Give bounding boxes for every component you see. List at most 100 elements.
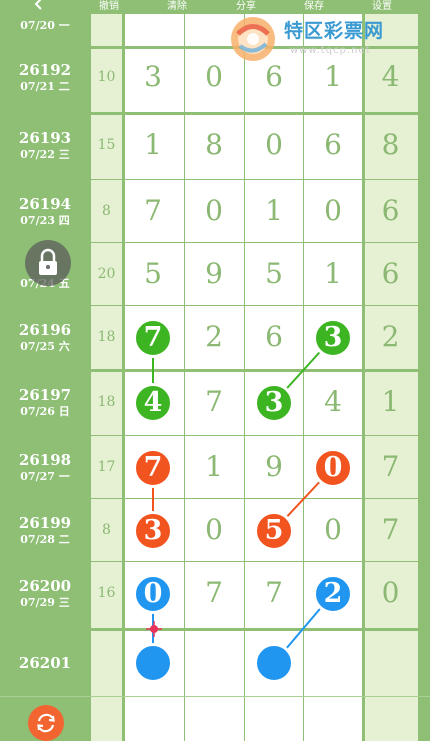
issue-number: 26198: [18, 451, 72, 469]
digit-cell[interactable]: 0: [244, 128, 304, 161]
extra-digit-cell: 7: [381, 512, 400, 546]
save-button[interactable]: 保存: [304, 1, 324, 13]
chevron-left-icon[interactable]: [32, 0, 46, 12]
issue-date: 07/29 三: [20, 596, 70, 609]
marked-ball-green[interactable]: 3: [254, 382, 294, 423]
issue-date: 07/20 一: [20, 18, 70, 32]
digit-cell[interactable]: 0: [303, 194, 363, 227]
crosshair-cursor-icon: [146, 621, 162, 637]
sum-value: 8: [102, 202, 111, 219]
extra-digit-cell: 0: [381, 575, 400, 609]
issue-date: 07/25 六: [20, 340, 70, 353]
logo-url: www.tqcp.net: [290, 45, 371, 56]
issue-number: 26201: [18, 654, 72, 672]
marked-ball-blue[interactable]: [254, 643, 294, 683]
digit-cell[interactable]: 6: [244, 60, 304, 93]
digit-cell[interactable]: 3: [123, 60, 183, 93]
digit-cell[interactable]: 6: [244, 320, 304, 353]
digit-cell[interactable]: 0: [184, 60, 244, 93]
trend-links: [152, 336, 334, 664]
issue-label: 26196 07/25 六: [0, 321, 90, 354]
refresh-button[interactable]: [28, 705, 64, 741]
digit-cell[interactable]: 0: [303, 513, 363, 546]
issue-label: 26194 07/23 四: [0, 195, 90, 228]
digit-cell[interactable]: 1: [303, 257, 363, 290]
digit-cell[interactable]: 6: [303, 128, 363, 161]
sum-value: 20: [97, 265, 116, 282]
marked-ball-blue[interactable]: 2: [313, 573, 353, 614]
issue-number: 26194: [18, 195, 72, 213]
issue-number: 26199: [18, 514, 72, 532]
settings-button[interactable]: 设置: [372, 1, 392, 13]
top-toolbar: 撤销 清除 分享 保存 设置: [0, 0, 430, 14]
issue-date: 07/26 日: [20, 405, 70, 418]
issue-date: 07/28 二: [20, 533, 70, 546]
sum-value: 10: [97, 68, 116, 85]
marked-ball-red[interactable]: 5: [254, 510, 294, 551]
marked-ball-red[interactable]: 7: [133, 447, 173, 488]
digit-cell[interactable]: 1: [244, 194, 304, 227]
digit-cell[interactable]: 1: [303, 60, 363, 93]
share-button[interactable]: 分享: [236, 1, 256, 13]
extra-digit-cell: 4: [381, 59, 400, 93]
issue-number: 26196: [18, 321, 72, 339]
marked-ball-red[interactable]: 0: [313, 447, 353, 488]
sum-value: 18: [97, 328, 116, 345]
extra-digit-cell: 6: [381, 193, 400, 227]
lock-icon: [39, 248, 57, 275]
sum-value: 8: [102, 521, 111, 538]
digit-cell[interactable]: 9: [244, 450, 304, 483]
digit-cell[interactable]: 2: [184, 320, 244, 353]
logo-swirl-icon: [231, 17, 275, 61]
refresh-icon: [37, 713, 55, 733]
sum-value: 16: [97, 584, 116, 601]
issue-number: 26200: [18, 577, 72, 595]
extra-digit-cell: 6: [381, 256, 400, 290]
clear-button[interactable]: 清除: [167, 1, 187, 13]
digit-cell[interactable]: 7: [123, 194, 183, 227]
digit-cell[interactable]: 0: [184, 513, 244, 546]
digit-cell[interactable]: 7: [184, 576, 244, 609]
sum-value: 17: [97, 458, 116, 475]
issue-label: 26199 07/28 二: [0, 514, 90, 547]
digit-cell[interactable]: 1: [184, 450, 244, 483]
issue-number: 26197: [18, 386, 72, 404]
marked-ball-green[interactable]: 4: [133, 382, 173, 423]
marked-ball-green[interactable]: 3: [313, 317, 353, 358]
issue-date: 07/22 三: [20, 148, 70, 161]
digit-cell[interactable]: 8: [184, 128, 244, 161]
sum-value: 18: [97, 393, 116, 410]
digit-cell[interactable]: 5: [123, 257, 183, 290]
extra-digit-cell: 1: [381, 384, 400, 418]
issue-label: 26198 07/27 一: [0, 451, 90, 484]
issue-number: 26192: [18, 61, 72, 79]
marked-ball-red[interactable]: 3: [133, 510, 173, 551]
lock-button[interactable]: [25, 240, 71, 286]
extra-digit-cell: 2: [381, 319, 400, 353]
digit-cell[interactable]: 7: [244, 576, 304, 609]
digit-cell[interactable]: 5: [244, 257, 304, 290]
issue-date: 07/21 二: [20, 80, 70, 93]
issue-date: 07/27 一: [20, 470, 70, 483]
issue-number: 26193: [18, 129, 72, 147]
extra-digit-cell: 8: [381, 127, 400, 161]
digit-cell[interactable]: 4: [303, 385, 363, 418]
site-watermark-logo: 特区彩票网 www.tqcp.net: [228, 14, 428, 64]
marked-ball-green[interactable]: 7: [133, 317, 173, 358]
sum-value: 15: [97, 136, 116, 153]
logo-text: 特区彩票网: [284, 20, 385, 42]
marked-ball-blue[interactable]: [133, 643, 173, 683]
issue-label: 26200 07/29 三: [0, 577, 90, 610]
issue-label: 26201: [0, 654, 90, 672]
digit-cell[interactable]: 1: [123, 128, 183, 161]
undo-button[interactable]: 撤销: [99, 1, 119, 13]
issue-label: 26192 07/21 二: [0, 61, 90, 94]
extra-digit-cell: 7: [381, 449, 400, 483]
issue-label: 26193 07/22 三: [0, 129, 90, 162]
digit-cell[interactable]: 7: [184, 385, 244, 418]
marked-ball-blue[interactable]: 0: [133, 573, 173, 614]
digit-cell[interactable]: 0: [184, 194, 244, 227]
digit-cell[interactable]: 9: [184, 257, 244, 290]
issue-label: 26197 07/26 日: [0, 386, 90, 419]
lottery-trend-chart[interactable]: 07/20 一 26192 07/21 二 10 3 0 6 1 4 26193 07/22 三 15…: [0, 0, 430, 741]
